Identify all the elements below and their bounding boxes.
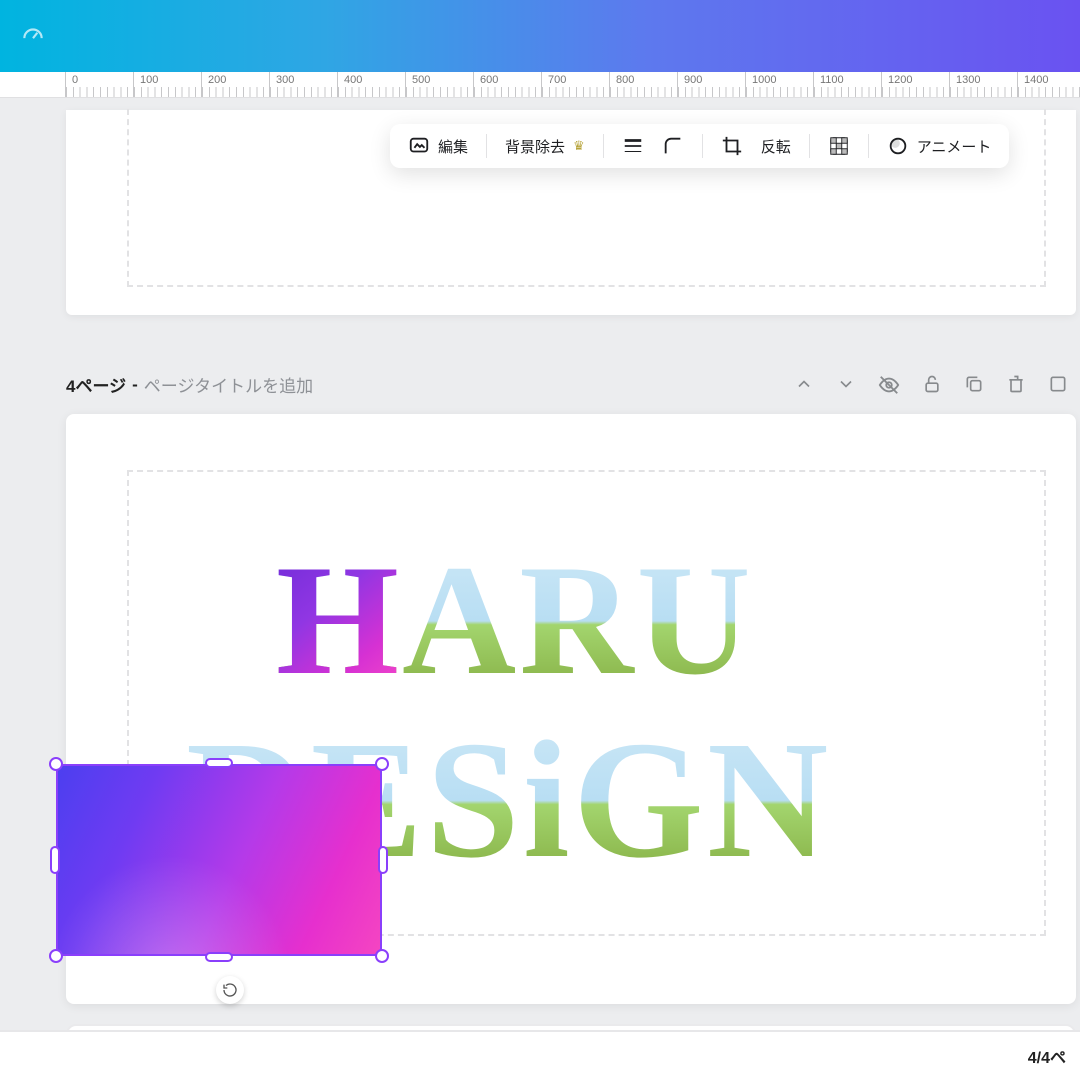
resize-handle-bottom-right[interactable] [375,949,389,963]
design-text-h-gradient-overlay[interactable]: H [276,530,399,712]
flip-button[interactable]: 反転 [761,136,791,157]
editor-workspace: 0 100 200 300 400 500 600 700 800 900 10… [0,72,1080,1080]
ruler-tick: 300 [269,72,337,97]
ruler-tick: 1000 [745,72,813,97]
flip-label: 反転 [761,136,791,157]
rotate-icon [222,982,238,998]
chevron-down-icon[interactable] [836,374,856,394]
status-footer: 4/4ペ [0,1030,1080,1080]
ruler-tick: 100 [133,72,201,97]
resize-handle-top-left[interactable] [49,757,63,771]
ruler-tick: 1100 [813,72,881,97]
ruler-tick: 900 [677,72,745,97]
resize-handle-bottom[interactable] [205,952,233,962]
background-remove-label: 背景除去 [505,136,565,157]
ruler-tick: 1300 [949,72,1017,97]
edit-image-button[interactable]: 編集 [408,135,468,157]
animate-label: アニメート [917,136,992,157]
ruler-tick: 500 [405,72,473,97]
ruler-tick: 600 [473,72,541,97]
add-page-title-button[interactable]: ページタイトルを追加 [144,372,313,397]
horizontal-ruler: 0 100 200 300 400 500 600 700 800 900 10… [0,72,1080,98]
chevron-up-icon[interactable] [794,374,814,394]
ruler-tick: 0 [65,72,133,97]
duplicate-icon[interactable] [964,374,984,394]
page-header-row: 4ページ - ページタイトルを追加 [66,372,1080,397]
page-actions [794,374,1080,396]
selection-outline [56,764,382,956]
ruler-tick: 400 [337,72,405,97]
gauge-icon[interactable] [20,23,46,49]
resize-handle-right[interactable] [378,846,388,874]
page-counter: 4/4ペ [1028,1044,1066,1068]
expand-icon[interactable] [1048,374,1068,394]
resize-handle-top[interactable] [205,758,233,768]
top-app-bar [0,0,1080,72]
crop-button[interactable] [721,135,743,157]
page-sep: - [132,375,138,395]
rotate-handle[interactable] [216,976,244,1004]
animate-button[interactable]: アニメート [887,135,992,157]
trash-icon[interactable] [1006,374,1026,394]
ruler-tick: 200 [201,72,269,97]
ruler-tick: 1200 [881,72,949,97]
contextual-toolbar: 編集 背景除去 ♛ 反転 アニメート [390,124,1009,168]
resize-handle-left[interactable] [50,846,60,874]
resize-handle-bottom-left[interactable] [49,949,63,963]
corner-radius-button[interactable] [662,135,684,157]
border-weight-button[interactable] [622,135,644,157]
crown-icon: ♛ [573,138,585,154]
edit-image-label: 編集 [438,136,468,157]
lock-open-icon[interactable] [922,374,942,394]
visibility-off-icon[interactable] [878,374,900,396]
ruler-tick: 700 [541,72,609,97]
page-number-label: 4ページ [66,372,126,397]
resize-handle-top-right[interactable] [375,757,389,771]
selected-element-frame[interactable] [56,764,382,956]
ruler-tick: 1400 [1017,72,1080,97]
transparency-button[interactable] [828,135,850,157]
ruler-tick: 800 [609,72,677,97]
background-remove-button[interactable]: 背景除去 ♛ [505,136,585,157]
